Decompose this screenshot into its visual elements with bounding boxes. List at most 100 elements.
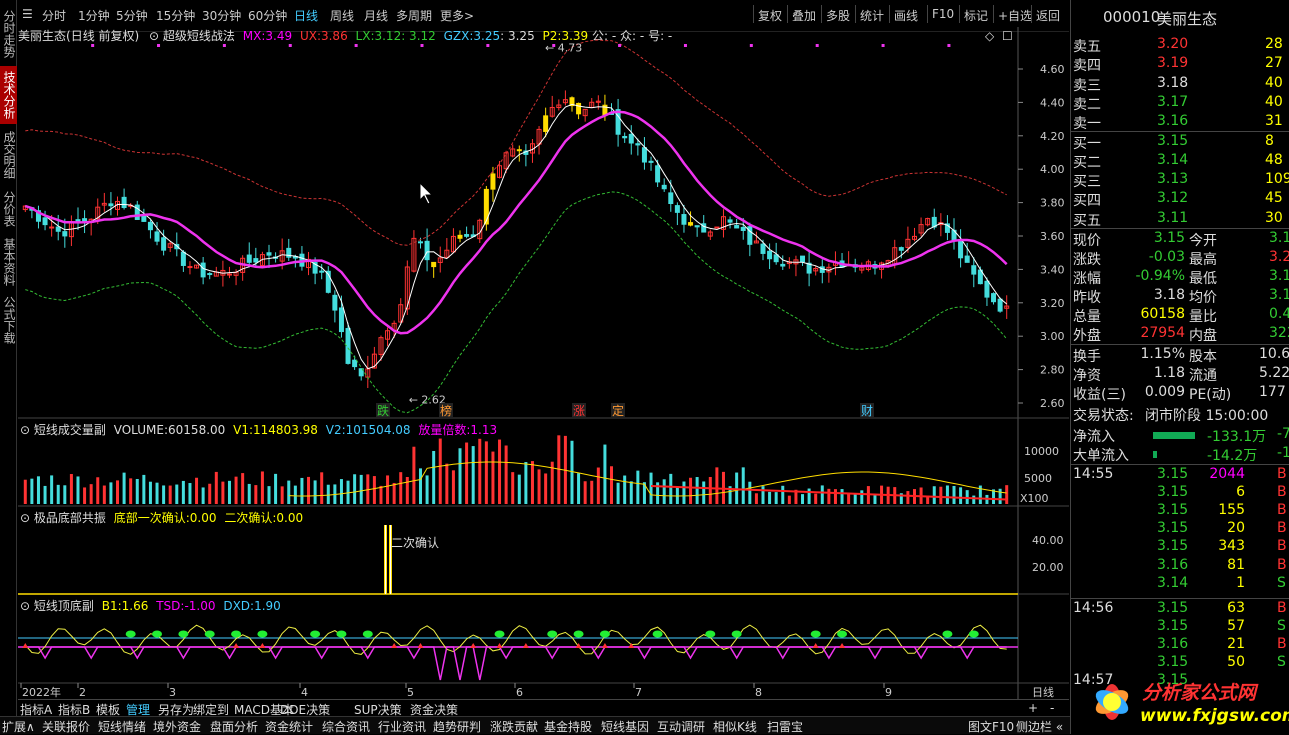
volume-ma-line (288, 461, 1007, 497)
volume-bar (623, 475, 627, 504)
volume-bar (208, 483, 212, 504)
flow-bar (1153, 451, 1157, 458)
quote-label-2: 量比 (1189, 309, 1217, 325)
tick-row: 14:56 3.15 63 B (1071, 597, 1289, 619)
quote-value-2: 0.4 (1269, 306, 1289, 322)
volume-bar (109, 482, 113, 504)
volume-bar (320, 472, 324, 504)
tick-row: 3.15 50 S (1071, 654, 1289, 673)
kline-candle (338, 307, 344, 333)
extension-tab-16[interactable]: 侧边栏 « (1016, 718, 1063, 735)
quote-label-2: 今开 (1189, 233, 1217, 249)
kline-candle (121, 196, 127, 209)
quote-panel: 000010 美丽生态 卖五 3.20 28 卖四 3.19 27 卖三 3.18 40 卖二 3.… (1070, 0, 1289, 734)
volume-bar (23, 479, 27, 504)
extension-tab-15[interactable]: 图文F10 (968, 718, 1014, 735)
extension-tab-1[interactable]: 关联报价 (42, 718, 90, 735)
volume-bar (715, 467, 719, 504)
price-tick: 4.40 (1040, 96, 1065, 109)
order-volume: 27 (1265, 55, 1283, 72)
extension-tab-6[interactable]: 综合资讯 (322, 718, 370, 735)
main-kline-chart: ← 4.73← 2.62跌榜涨定财 (22, 39, 1010, 418)
time-tick: 2022年 (22, 685, 61, 699)
extension-tab-2[interactable]: 短线情绪 (98, 718, 146, 735)
flag-label: 跌 (377, 403, 389, 418)
kline-candle (516, 149, 522, 152)
extension-tab-4[interactable]: 盘面分析 (210, 718, 258, 735)
extension-tab-10[interactable]: 基金持股 (544, 718, 592, 735)
left-nav-item-5[interactable]: 公式下载 (0, 292, 17, 348)
minus-icon[interactable]: - (1050, 701, 1054, 715)
extension-tab-8[interactable]: 趋势研判 (433, 718, 481, 735)
kline-candle (464, 234, 470, 237)
extension-tab-0[interactable]: 扩展∧ (2, 718, 35, 735)
time-tick: 2 (79, 686, 86, 699)
quote-label-2: 内盘 (1189, 328, 1217, 344)
order-book-row: 买四 3.12 45 (1071, 190, 1289, 209)
left-nav-item-4[interactable]: 基本资料 (0, 236, 17, 288)
kline-candle (161, 237, 167, 251)
volume-bar (30, 478, 34, 504)
top-signal-dot (968, 630, 979, 638)
bottom-signal-arrow (839, 643, 846, 648)
kline-candle (431, 261, 437, 268)
left-nav-item-1[interactable]: 技术分析 (0, 66, 17, 124)
bottom-signal-arrow (233, 643, 240, 648)
order-price: 3.20 (1157, 36, 1189, 52)
volume-bar (689, 477, 693, 504)
volume-bar (162, 485, 166, 504)
volume-bar (972, 495, 976, 504)
tick-row: 3.15 155 B (1071, 502, 1289, 521)
extension-tab-9[interactable]: 涨跌贡献 (490, 718, 538, 735)
tsd-signal-line (25, 646, 1007, 681)
b1-label: B1: (101, 599, 122, 613)
order-volume: 30 (1265, 209, 1283, 226)
tick-volume: 81 (1227, 556, 1245, 573)
volume-bar (774, 492, 778, 504)
volume-bar (695, 477, 699, 504)
extension-tab-14[interactable]: 扫雷宝 (767, 718, 803, 735)
add-icon[interactable]: + (1028, 701, 1038, 715)
extension-tab-11[interactable]: 短线基因 (601, 718, 649, 735)
price-tick: 4.60 (1040, 63, 1065, 76)
kline-candle (628, 133, 634, 144)
flag-label: 定 (612, 403, 624, 418)
volume-bar (458, 448, 462, 504)
bottom-confirm-bar-core (385, 525, 386, 594)
extension-tab-7[interactable]: 行业资讯 (378, 718, 426, 735)
extension-tab-12[interactable]: 互动调研 (657, 718, 705, 735)
price-tick: 3.20 (1040, 297, 1065, 310)
volume-bar (260, 471, 264, 504)
stats-value: 1.18 (1153, 365, 1185, 381)
pane-menu-icon[interactable]: ⊙ (20, 599, 30, 613)
indicator-tabs-bar: 指标A 指标B 模板 管理 另存为 绑定到 MACD基本 DDE决策 SUP决策 资金决策 + - (18, 699, 1069, 717)
volume-bar (748, 481, 752, 504)
kline-candle (648, 160, 654, 163)
quote-value-2: 3.1 (1269, 230, 1289, 246)
flow-bar (1153, 432, 1195, 439)
v2-value: 101504.08 (345, 423, 411, 437)
bottom-signal-arrow (496, 643, 503, 648)
price-tick: 2.80 (1040, 364, 1065, 377)
top-signal-dot (362, 630, 373, 638)
stats-label-2: PE(动) (1189, 387, 1232, 403)
watermark-url: www.fxjgsw.com (1140, 706, 1289, 726)
volume-bar (83, 487, 87, 504)
signal-dot (815, 44, 819, 47)
pane-menu-icon[interactable]: ⊙ (20, 423, 30, 437)
left-nav-item-0[interactable]: 分时走势 (0, 6, 17, 62)
volume-bar (274, 473, 278, 504)
volume-bar (313, 480, 317, 504)
watermark-logo: 分析家公式网 www.fxjgsw.com (1082, 672, 1289, 732)
extension-tab-13[interactable]: 相似K线 (713, 718, 757, 735)
volume-bar (129, 478, 133, 504)
order-price: 3.14 (1157, 151, 1189, 168)
pane-menu-icon[interactable]: ⊙ (20, 511, 30, 525)
chart-area[interactable]: 4.60 4.40 4.20 4.00 3.80 3.60 3.40 3.20 3.00 2.80… (18, 0, 1069, 699)
extension-tab-5[interactable]: 资金统计 (265, 718, 313, 735)
left-nav-item-2[interactable]: 成交明细 (0, 128, 17, 182)
volume-bar (498, 439, 502, 504)
volume-bar (596, 467, 600, 504)
extension-tab-3[interactable]: 境外资金 (153, 718, 201, 735)
left-nav-item-3[interactable]: 分价表 (0, 186, 17, 232)
